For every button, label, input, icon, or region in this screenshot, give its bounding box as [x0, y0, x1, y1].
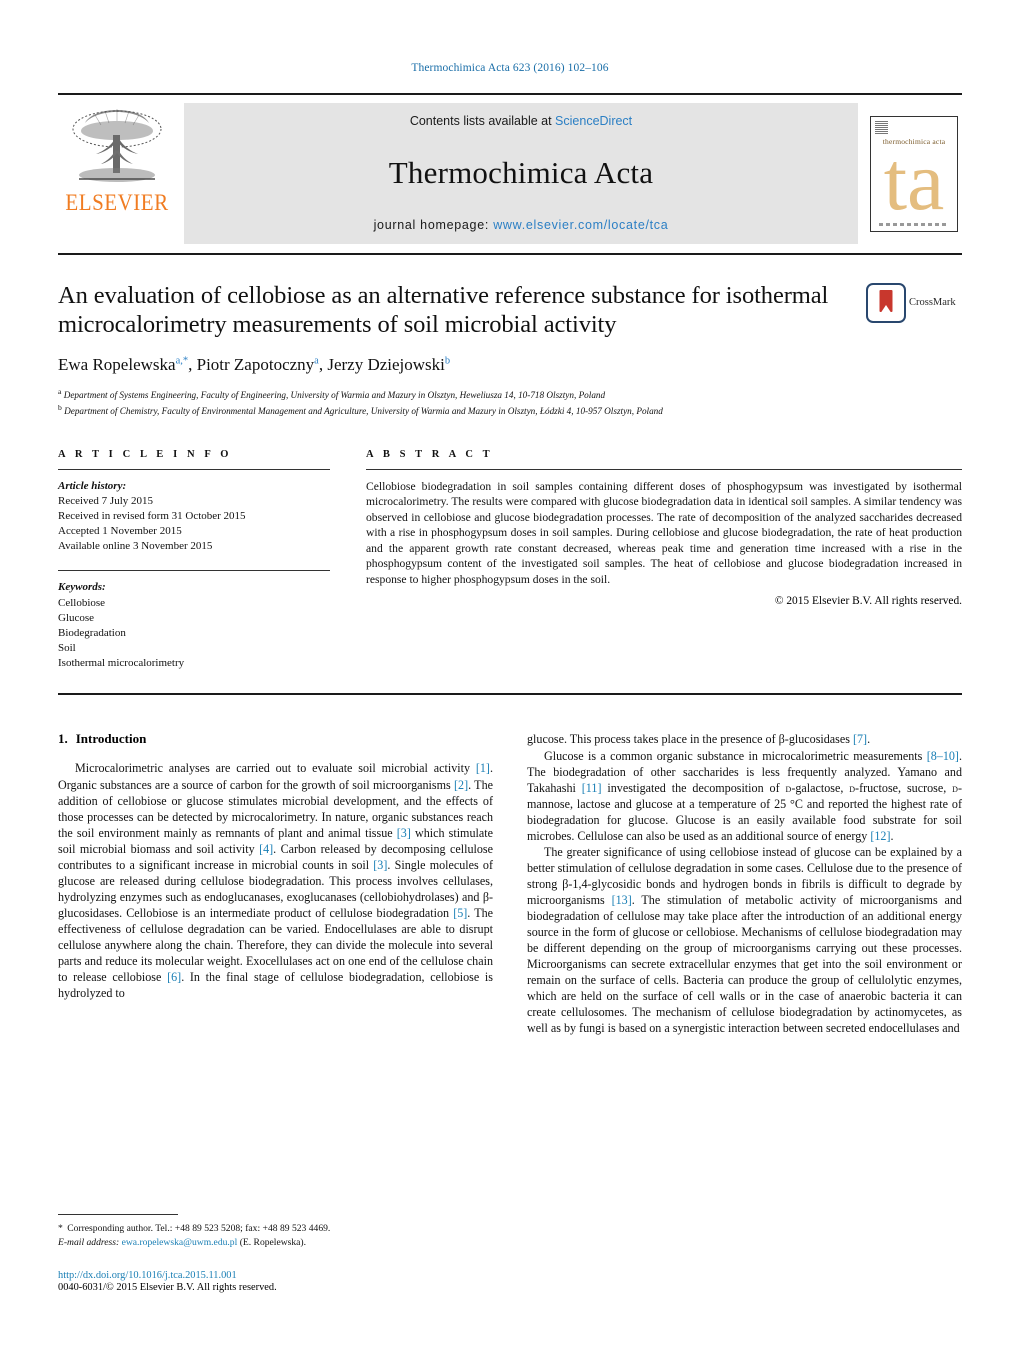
contents-prefix: Contents lists available at	[409, 114, 556, 128]
article-info-rule	[58, 468, 330, 470]
info-abstract-block: A R T I C L E I N F O Article history: R…	[58, 449, 962, 672]
abstract-copyright: © 2015 Elsevier B.V. All rights reserved…	[774, 595, 962, 608]
email-suffix: (E. Ropelewska).	[239, 1237, 307, 1249]
journal-band: Contents lists available at ScienceDirec…	[184, 103, 858, 244]
title-area: An evaluation of cellobiose as an altern…	[58, 281, 962, 419]
email-note: E-mail address: ewa.ropelewska@uwm.edu.p…	[58, 1236, 487, 1250]
crossmark-badge[interactable]: CrossMark	[866, 281, 962, 419]
abstract-heading: A B S T R A C T	[366, 448, 494, 460]
crossmark-label: CrossMark	[909, 297, 956, 308]
affiliation-a: a Department of Systems Engineering, Fac…	[58, 386, 606, 400]
homepage-prefix: journal homepage:	[373, 218, 494, 232]
footnote-rule	[58, 1214, 178, 1216]
article-info-column: A R T I C L E I N F O Article history: R…	[58, 449, 330, 672]
intro-paragraph-1-continued: glucose. This process takes place in the…	[527, 732, 871, 747]
email-link[interactable]: ewa.ropelewska@uwm.edu.pl	[122, 1237, 238, 1248]
corresponding-author-note: * Corresponding author. Tel.: +48 89 523…	[58, 1223, 331, 1235]
page-title: An evaluation of cellobiose as an altern…	[58, 282, 829, 339]
elsevier-wordmark: ELSEVIER	[65, 188, 169, 216]
keyword-item: Biodegradation	[58, 626, 126, 639]
keyword-item: Soil	[58, 642, 76, 655]
masthead-bottom-rule	[58, 253, 962, 255]
cover-ta-monogram: ta	[883, 135, 945, 228]
history-item: Received 7 July 2015	[58, 494, 154, 507]
intro-paragraph-2: Glucose is a common organic substance in…	[527, 748, 962, 843]
doi-link[interactable]: http://dx.doi.org/10.1016/j.tca.2015.11.…	[58, 1270, 487, 1281]
section-number: 1.	[58, 731, 68, 747]
abstract-rule	[366, 468, 962, 470]
cover-footer-bar	[879, 222, 949, 226]
abstract-text: Cellobiose biodegradation in soil sample…	[366, 479, 962, 586]
body-column-left: 1. Introduction Microcalorimetric analyse…	[58, 731, 493, 1035]
keywords-block: Keywords: Cellobiose Glucose Biodegradat…	[58, 580, 330, 671]
keyword-item: Isothermal microcalorimetry	[58, 657, 185, 670]
author-list: Ewa Ropelewskaa,*, Piotr Zapotocznya, Je…	[58, 354, 451, 374]
email-label: E-mail address:	[58, 1237, 120, 1249]
elsevier-tree-icon	[72, 109, 162, 182]
running-head: Thermochimica Acta 623 (2016) 102–106	[411, 62, 609, 74]
history-item: Received in revised form 31 October 2015	[58, 509, 246, 522]
history-item: Accepted 1 November 2015	[58, 525, 182, 538]
intro-paragraph-1: Microcalorimetric analyses are carried o…	[58, 761, 493, 1000]
article-history-label: Article history:	[58, 479, 127, 492]
history-item: Available online 3 November 2015	[58, 540, 213, 553]
section-heading-introduction: 1. Introduction	[58, 731, 493, 747]
cover-thumbnail-icon	[875, 120, 888, 134]
keywords-label: Keywords:	[58, 581, 106, 594]
journal-homepage-link[interactable]: www.elsevier.com/locate/tca	[493, 218, 668, 232]
journal-title: Thermochimica Acta	[388, 155, 654, 190]
contents-line: Contents lists available at ScienceDirec…	[410, 114, 632, 128]
crossmark-icon	[866, 283, 906, 323]
homepage-line: journal homepage: www.elsevier.com/locat…	[374, 218, 669, 232]
intro-paragraph-3: The greater significance of using cellob…	[527, 844, 962, 1035]
keyword-item: Cellobiose	[58, 596, 106, 609]
sciencedirect-link[interactable]: ScienceDirect	[555, 114, 632, 128]
doi-block: http://dx.doi.org/10.1016/j.tca.2015.11.…	[58, 1270, 487, 1293]
issn-copyright-line: 0040-6031/© 2015 Elsevier B.V. All right…	[58, 1282, 277, 1293]
body-columns: 1. Introduction Microcalorimetric analyse…	[58, 731, 962, 1035]
section-title: Introduction	[75, 731, 147, 747]
keywords-rule	[58, 570, 330, 572]
article-info-heading: A R T I C L E I N F O	[58, 448, 233, 460]
keyword-item: Glucose	[58, 611, 95, 624]
body-column-right: glucose. This process takes place in the…	[527, 731, 962, 1035]
affiliation-b: b Department of Chemistry, Faculty of En…	[58, 403, 663, 417]
page: Thermochimica Acta 623 (2016) 102–106 EL…	[0, 0, 1020, 1351]
abstract-column: A B S T R A C T Cellobiose biodegradatio…	[366, 449, 962, 672]
elsevier-logo: ELSEVIER	[58, 103, 176, 244]
affiliations: a Department of Systems Engineering, Fac…	[58, 386, 856, 419]
journal-cover-image: thermochimica acta ta	[870, 115, 958, 232]
footnote-area: * Corresponding author. Tel.: +48 89 523…	[58, 1214, 487, 1293]
article-history: Article history: Received 7 July 2015 Re…	[58, 479, 330, 555]
journal-cover-block: thermochimica acta ta	[866, 103, 962, 244]
journal-masthead: ELSEVIER Contents lists available at Sci…	[58, 93, 962, 244]
abstract-bottom-rule	[58, 693, 962, 696]
